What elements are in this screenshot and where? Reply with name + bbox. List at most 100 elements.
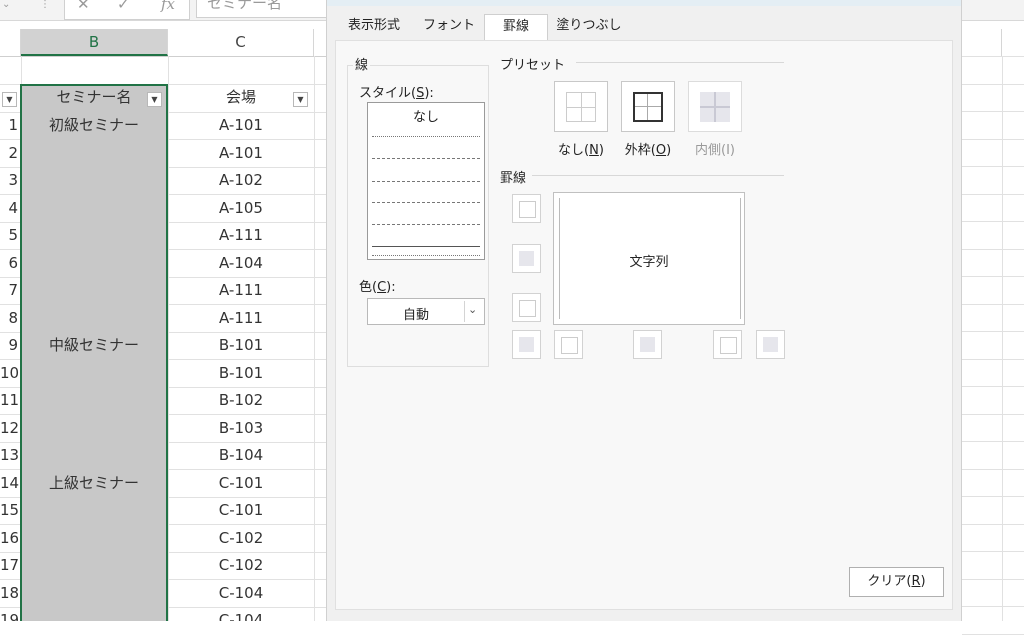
cell-seminar-name[interactable]: 初級セミナー — [21, 112, 167, 139]
cell-seminar-name[interactable]: 上級セミナー — [21, 470, 167, 497]
cell-venue[interactable]: C-104 — [168, 607, 314, 621]
row-number[interactable]: 5 — [0, 226, 18, 244]
cell-venue[interactable]: B-102 — [168, 387, 314, 414]
formula-input[interactable]: セミナー名 — [196, 0, 346, 18]
row-number[interactable]: 18 — [0, 584, 19, 602]
row-number[interactable]: 4 — [0, 199, 18, 217]
row-number[interactable]: 6 — [0, 254, 18, 272]
row-number[interactable]: 16 — [0, 529, 19, 547]
row-number[interactable]: 1 — [0, 116, 18, 134]
line-style-thin-2[interactable] — [372, 255, 480, 256]
line-style-dotted[interactable] — [372, 158, 480, 159]
cell-venue[interactable]: C-104 — [168, 580, 314, 607]
border-top-button[interactable] — [512, 194, 541, 223]
line-style-dashed[interactable] — [372, 224, 480, 225]
cell-seminar-name[interactable] — [21, 415, 167, 442]
row-number[interactable]: 7 — [0, 281, 18, 299]
cell-venue[interactable]: A-101 — [168, 112, 314, 139]
row-number[interactable]: 13 — [0, 446, 19, 464]
preset-none-button[interactable] — [554, 81, 608, 132]
row-number[interactable]: 15 — [0, 501, 19, 519]
tab-number[interactable]: 表示形式 — [341, 14, 407, 38]
row-number[interactable]: 17 — [0, 556, 19, 574]
tab-font[interactable]: フォント — [419, 14, 479, 38]
line-style-hairline[interactable] — [372, 136, 480, 137]
cell-venue[interactable]: A-111 — [168, 305, 314, 332]
cell-seminar-name[interactable] — [21, 222, 167, 249]
cell-venue[interactable]: A-111 — [168, 277, 314, 304]
row-number[interactable]: 9 — [0, 336, 18, 354]
clear-button[interactable]: クリア(R) — [849, 567, 944, 597]
cell-venue[interactable]: C-101 — [168, 497, 314, 524]
cell-venue[interactable]: A-101 — [168, 140, 314, 167]
row-number[interactable]: 19 — [0, 611, 19, 621]
row-number[interactable]: 10 — [0, 364, 19, 382]
column-header-right-2[interactable] — [1002, 29, 1024, 56]
column-header-a[interactable] — [0, 29, 21, 56]
color-dropdown[interactable]: 自動 ⌄ — [367, 298, 485, 325]
cell-seminar-name[interactable] — [21, 442, 167, 469]
name-box-dropdown-icon[interactable]: ⌄ — [2, 0, 10, 19]
cell-venue[interactable]: C-102 — [168, 552, 314, 579]
cell-venue[interactable]: C-102 — [168, 525, 314, 552]
line-style-dash-dot-dot[interactable] — [372, 181, 480, 182]
border-right-button[interactable] — [713, 330, 742, 359]
cell-seminar-name[interactable]: 中級セミナー — [21, 332, 167, 359]
line-style-thin[interactable] — [372, 246, 480, 247]
cell-venue[interactable]: A-105 — [168, 195, 314, 222]
line-style-dash-dot[interactable] — [372, 202, 480, 203]
cell-venue[interactable]: C-101 — [168, 470, 314, 497]
cell-seminar-name[interactable] — [21, 305, 167, 332]
cell-venue[interactable]: B-101 — [168, 332, 314, 359]
cancel-icon[interactable]: ✕ — [77, 0, 90, 17]
cell-seminar-name[interactable] — [21, 167, 167, 194]
preset-outline-button[interactable] — [621, 81, 675, 132]
filter-a-icon[interactable]: ▼ — [2, 92, 17, 107]
line-style-list[interactable]: なし — [367, 102, 485, 260]
worksheet-grid[interactable]: ▼ セミナー名 ▼ 会場 ▼ 1 初級セミナー A-101 2 A-101 3 A-102 4… — [0, 56, 330, 621]
tab-border[interactable]: 罫線 — [484, 14, 548, 41]
cell-seminar-name[interactable] — [21, 250, 167, 277]
border-diag-up-button[interactable] — [512, 330, 541, 359]
cell-venue[interactable]: A-111 — [168, 222, 314, 249]
border-bottom-button[interactable] — [512, 293, 541, 322]
tab-fill[interactable]: 塗りつぶし — [551, 14, 627, 38]
cell-seminar-name[interactable] — [21, 360, 167, 387]
row-number[interactable]: 14 — [0, 474, 19, 492]
cell-venue[interactable]: B-103 — [168, 415, 314, 442]
row-number[interactable]: 11 — [0, 391, 19, 409]
header-seminar-name[interactable]: セミナー名 — [21, 84, 167, 111]
border-middle-h-button[interactable] — [512, 244, 541, 273]
row-number[interactable]: 12 — [0, 419, 19, 437]
cell-venue[interactable]: A-102 — [168, 167, 314, 194]
cell-seminar-name[interactable] — [21, 277, 167, 304]
border-center-v-button[interactable] — [633, 330, 662, 359]
preset-inside-button[interactable] — [688, 81, 742, 132]
border-left-button[interactable] — [554, 330, 583, 359]
cell-seminar-name[interactable] — [21, 195, 167, 222]
cell-seminar-name[interactable] — [21, 497, 167, 524]
cell-seminar-name[interactable] — [21, 607, 167, 621]
border-preview[interactable]: 文字列 — [553, 192, 745, 325]
row-number[interactable]: 3 — [0, 171, 18, 189]
cell-venue[interactable]: A-104 — [168, 250, 314, 277]
border-diag-down-button[interactable] — [756, 330, 785, 359]
row-number[interactable]: 2 — [0, 144, 18, 162]
column-header-c[interactable]: C — [168, 29, 314, 56]
cell-seminar-name[interactable] — [21, 525, 167, 552]
filter-b-icon[interactable]: ▼ — [147, 92, 162, 107]
worksheet-grid-right[interactable] — [962, 56, 1024, 635]
cell-venue[interactable]: B-104 — [168, 442, 314, 469]
insert-function-icon[interactable]: fx — [161, 0, 175, 17]
row-number[interactable]: 8 — [0, 309, 18, 327]
column-header-b[interactable]: B — [21, 29, 168, 56]
filter-c-icon[interactable]: ▼ — [293, 92, 308, 107]
cell-seminar-name[interactable] — [21, 552, 167, 579]
column-header-right[interactable] — [962, 29, 1002, 56]
cell-venue[interactable]: B-101 — [168, 360, 314, 387]
line-style-none[interactable]: なし — [368, 106, 484, 125]
cell-seminar-name[interactable] — [21, 140, 167, 167]
cell-seminar-name[interactable] — [21, 387, 167, 414]
cell-seminar-name[interactable] — [21, 580, 167, 607]
enter-icon[interactable]: ✓ — [117, 0, 130, 17]
